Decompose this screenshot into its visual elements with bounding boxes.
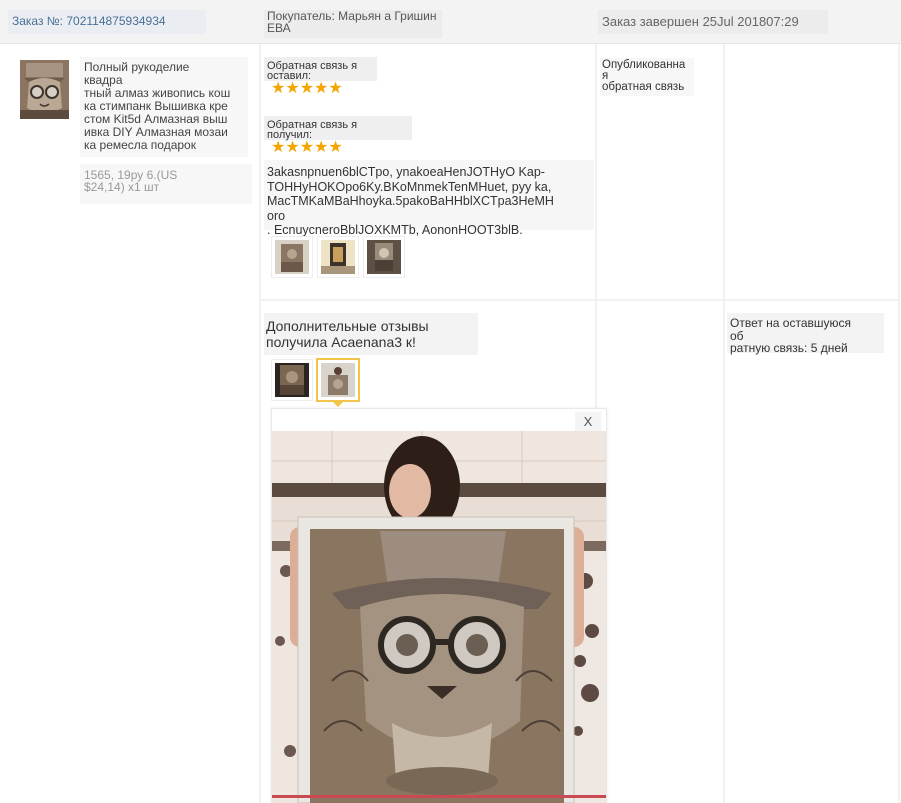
column-divider — [259, 44, 261, 803]
popup-caret — [331, 400, 345, 407]
additional-photo-thumb-active[interactable] — [316, 358, 360, 402]
preview-photo — [272, 431, 606, 803]
product-thumbnail[interactable] — [20, 60, 69, 119]
order-number-link[interactable]: Заказ №: 702114875934934 — [8, 10, 206, 34]
close-button[interactable]: X — [575, 412, 601, 432]
feedback-left-stars: ★★★★★ — [271, 80, 343, 97]
remaining-reply-time: Ответ на оставшуюся об ратную связь: 5 д… — [727, 313, 884, 354]
feedback-received-stars: ★★★★★ — [271, 139, 343, 156]
review-text: 3akasnpnuen6blCTpo, ynakoeaHenJOTHyO Kap… — [264, 160, 594, 237]
order-header: Заказ №: 702114875934934 Покупатель: Мар… — [0, 0, 901, 44]
review-photo-thumb[interactable] — [363, 236, 405, 278]
product-title-link[interactable]: Полный рукоделие квадра тный алмаз живоп… — [80, 57, 248, 157]
photo-preview-popup: X — [271, 408, 607, 803]
review-photo-thumb[interactable] — [317, 236, 359, 278]
feedback-left-label: Обратная связь я оставил: — [264, 57, 377, 82]
published-feedback-note: Опубликованна я обратная связь — [600, 58, 694, 96]
additional-photo-thumb[interactable] — [271, 359, 313, 401]
additional-reviews-title: Дополнительные отзывы получила Acaenana3… — [264, 313, 478, 355]
row-divider — [261, 299, 898, 301]
feedback-received-label: Обратная связь я получил: — [264, 116, 412, 141]
buyer-name: Покупатель: Марьян а Гришин ЕВА — [264, 10, 442, 38]
column-divider — [723, 44, 725, 803]
order-status: Заказ завершен 25Jul 201807:29 — [598, 10, 828, 34]
column-divider — [898, 44, 900, 803]
review-photo-thumb[interactable] — [271, 236, 313, 278]
product-price: 1565, 19ру 6.(US $24,14) x1 шт — [80, 164, 252, 204]
